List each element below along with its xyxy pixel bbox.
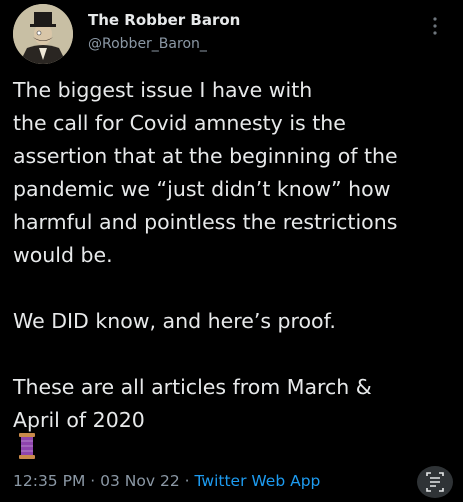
tweet-text-line: April of 2020 [13,408,145,432]
scan-text-icon [426,472,444,492]
tweet-text-line: harmful and pointless the restrictions [13,210,398,234]
tweet-text-line: assertion that at the beginning of the [13,144,398,168]
meta-separator: · [184,472,190,490]
tweet-text-line: the call for Covid amnesty is the [13,111,346,135]
spool-of-thread-emoji [16,432,38,460]
scan-text-button[interactable] [417,466,453,498]
avatar[interactable] [13,4,73,64]
tweet-date[interactable]: 03 Nov 22 [100,472,180,490]
tweet-text-line: would be. [13,243,113,267]
tweet-meta: 12:35 PM · 03 Nov 22 · Twitter Web App [13,472,320,490]
tweet-text-line: These are all articles from March & [13,375,372,399]
avatar-image [13,4,73,64]
tweet-text-line: pandemic we “just didn’t know” how [13,177,391,201]
meta-separator: · [90,472,96,490]
tweet-text-line: The biggest issue I have with [13,78,313,102]
tweet-time[interactable]: 12:35 PM [13,472,85,490]
more-vertical-icon[interactable] [426,13,444,39]
display-name[interactable]: The Robber Baron [88,11,240,29]
user-handle[interactable]: @Robber_Baron_ [88,36,207,52]
line-break [13,338,459,371]
tweet-text-line: We DID know, and here’s proof. [13,309,336,333]
tweet-source-link[interactable]: Twitter Web App [195,472,321,490]
tweet-text: The biggest issue I have with the call f… [13,74,459,437]
line-break [13,272,459,305]
